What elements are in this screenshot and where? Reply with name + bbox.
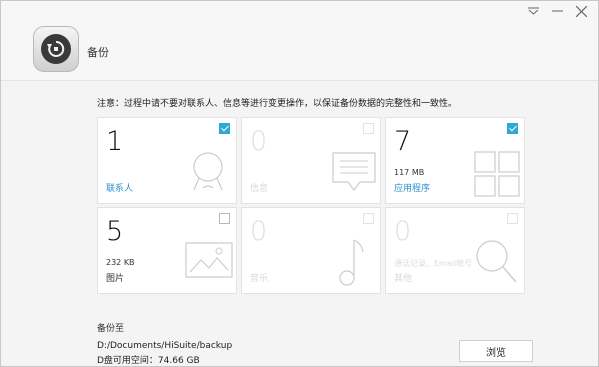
card-apps[interactable]: 7 117 MB 应用程序 xyxy=(385,117,525,204)
search-icon xyxy=(476,240,517,283)
contact-icon xyxy=(193,152,223,191)
backup-path: D:/Documents/HiSuite/backup xyxy=(97,341,233,351)
card-count: 1 xyxy=(106,126,124,157)
card-label: 音乐 xyxy=(250,274,269,284)
card-label: 其他 xyxy=(394,274,413,284)
card-checkbox[interactable] xyxy=(219,213,230,224)
backup-logo-icon xyxy=(33,26,79,72)
backup-to-label: 备份至 xyxy=(97,324,125,334)
card-other[interactable]: 0 通话记录、Email帐号 其他 xyxy=(385,207,525,294)
dropdown-icon[interactable] xyxy=(526,4,540,18)
card-label: 信息 xyxy=(250,184,269,194)
card-checkbox[interactable] xyxy=(507,123,518,134)
card-size: 117 MB xyxy=(394,168,425,177)
close-icon[interactable] xyxy=(574,4,588,18)
card-checkbox[interactable] xyxy=(507,213,518,224)
music-icon xyxy=(339,239,364,286)
message-icon xyxy=(332,152,376,191)
backup-window: 备份 注意：过程中请不要对联系人、信息等进行变更操作，以保证备份数据的完整性和一… xyxy=(0,0,599,367)
apps-icon xyxy=(474,151,520,197)
card-label: 图片 xyxy=(106,274,125,284)
card-label: 联系人 xyxy=(106,184,134,194)
card-count: 7 xyxy=(394,126,412,157)
card-count: 0 xyxy=(250,216,268,247)
notice-text: 注意：过程中请不要对联系人、信息等进行变更操作，以保证备份数据的完整性和一致性。 xyxy=(97,99,458,109)
card-count: 5 xyxy=(106,216,124,247)
minimize-icon[interactable] xyxy=(550,4,564,18)
browse-button[interactable]: 浏览 xyxy=(459,340,533,362)
card-messages[interactable]: 0 信息 xyxy=(241,117,381,204)
window-controls xyxy=(526,4,588,18)
card-checkbox[interactable] xyxy=(219,123,230,134)
card-count: 0 xyxy=(250,126,268,157)
header-bar: 备份 xyxy=(1,1,598,81)
card-contacts[interactable]: 1 联系人 xyxy=(97,117,237,204)
card-size: 232 KB xyxy=(106,258,135,267)
card-pictures[interactable]: 5 232 KB 图片 xyxy=(97,207,237,294)
card-music[interactable]: 0 音乐 xyxy=(241,207,381,294)
card-label: 应用程序 xyxy=(394,184,431,194)
card-count: 0 xyxy=(394,216,412,247)
free-space: D盘可用空间：74.66 GB xyxy=(97,356,200,366)
page-title: 备份 xyxy=(87,46,109,59)
card-sublabel: 通话记录、Email帐号 xyxy=(394,259,473,268)
card-checkbox[interactable] xyxy=(363,123,374,134)
card-checkbox[interactable] xyxy=(363,213,374,224)
image-icon xyxy=(185,242,233,278)
